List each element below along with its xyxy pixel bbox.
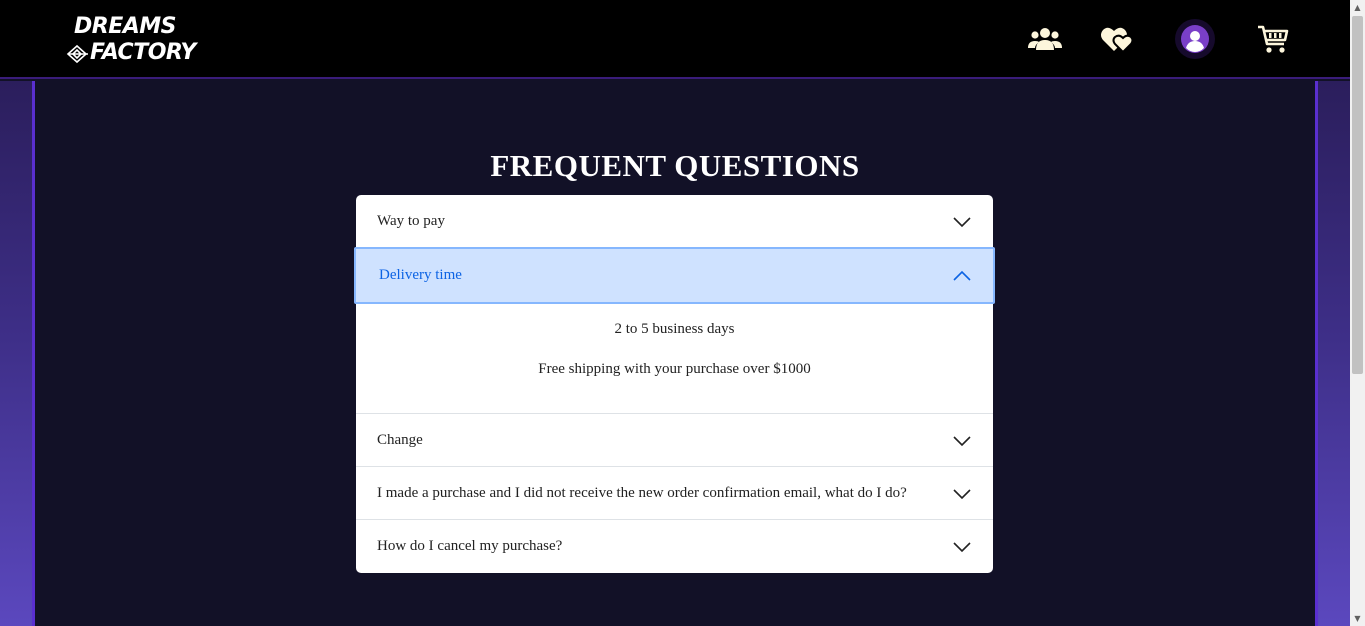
faq-item: I made a purchase and I did not receive … — [356, 467, 993, 520]
faq-item: Way to pay — [356, 195, 993, 248]
chevron-down-icon — [953, 488, 971, 499]
users-icon — [1028, 28, 1062, 50]
page-title: FREQUENT QUESTIONS — [490, 148, 860, 183]
users-button[interactable] — [1028, 22, 1062, 56]
faq-question-text: Change — [377, 432, 423, 448]
faq-question-button[interactable]: Delivery time — [354, 247, 995, 304]
chevron-down-icon — [953, 541, 971, 552]
chevron-down-icon — [953, 216, 971, 227]
left-side-panel — [0, 81, 35, 626]
logo-text-line1: DREAMS — [74, 14, 177, 39]
faq-question-text: How do I cancel my purchase? — [377, 538, 563, 554]
faq-accordion: Way to pay Delivery time 2 to 5 business… — [354, 195, 995, 573]
faq-item: How do I cancel my purchase? — [356, 520, 993, 573]
right-side-panel — [1315, 81, 1350, 626]
faq-question-text: Way to pay — [377, 213, 445, 229]
faq-answer-panel: 2 to 5 business days Free shipping with … — [356, 304, 993, 414]
faq-question-button[interactable]: Way to pay — [356, 195, 993, 248]
faq-question-button[interactable]: How do I cancel my purchase? — [356, 520, 993, 573]
scroll-thumb[interactable] — [1352, 16, 1363, 374]
faq-question-button[interactable]: Change — [356, 414, 993, 467]
hearts-icon — [1101, 27, 1134, 53]
logo-text-line2: FACTORY — [90, 40, 196, 65]
user-avatar-icon — [1181, 25, 1209, 53]
cart-icon — [1258, 25, 1289, 53]
scroll-down-arrow-icon[interactable]: ▼ — [1350, 611, 1365, 626]
scroll-up-arrow-icon[interactable]: ▲ — [1350, 0, 1365, 15]
faq-question-text: Delivery time — [379, 267, 462, 283]
chevron-up-icon — [953, 270, 971, 281]
faq-answer-text: Free shipping with your purchase over $1… — [538, 361, 811, 377]
logo-mark-icon — [66, 44, 88, 64]
faq-question-button[interactable]: I made a purchase and I did not receive … — [356, 467, 993, 520]
page-scrollbar[interactable]: ▲ ▼ — [1350, 0, 1365, 626]
favorites-button[interactable] — [1100, 22, 1134, 56]
faq-item: Change — [356, 414, 993, 467]
faq-item-active: Delivery time — [354, 247, 995, 304]
cart-button[interactable] — [1256, 22, 1290, 56]
chevron-down-icon — [953, 435, 971, 446]
faq-question-text: I made a purchase and I did not receive … — [377, 485, 907, 501]
top-navbar: DREAMS FACTORY — [0, 0, 1350, 79]
brand-logo[interactable]: DREAMS FACTORY — [66, 14, 196, 68]
faq-answer-text: 2 to 5 business days — [614, 321, 735, 337]
account-button[interactable] — [1175, 19, 1215, 59]
